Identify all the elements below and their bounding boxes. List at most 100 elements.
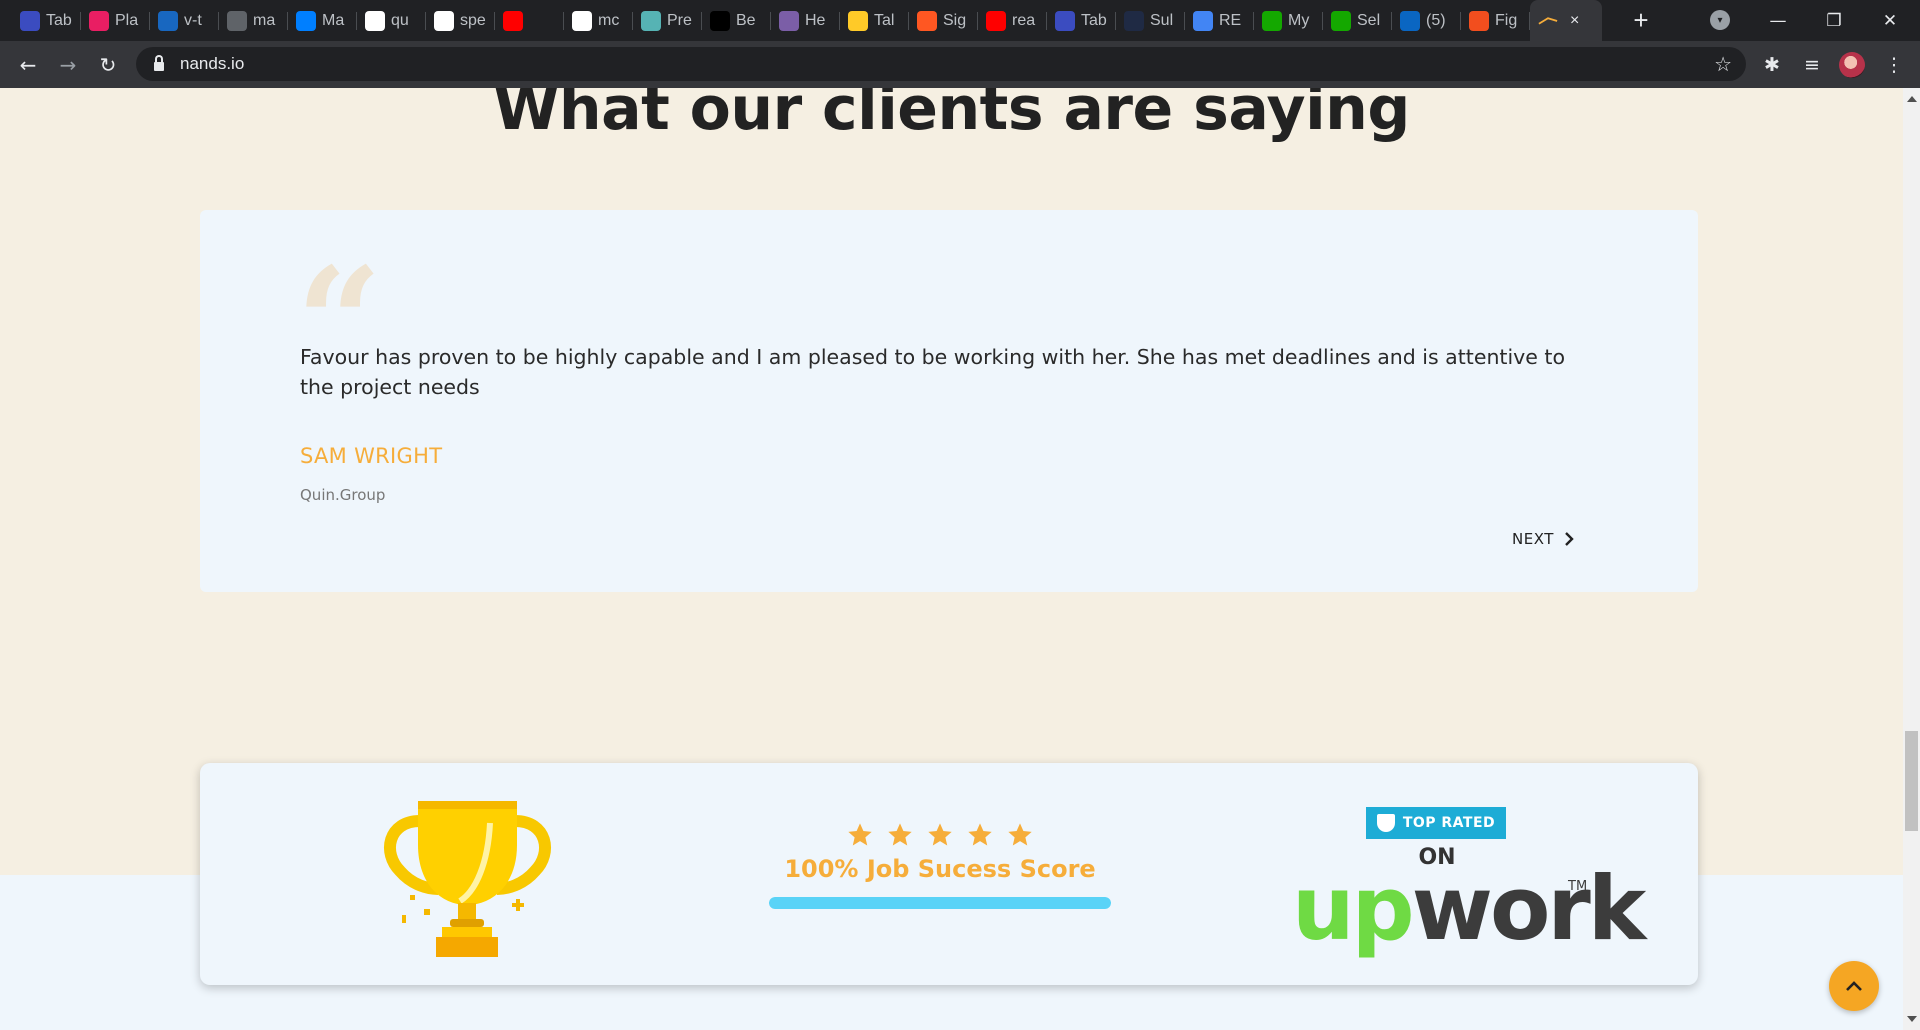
media-queue-icon[interactable]: ≡ — [1794, 41, 1830, 88]
extensions-icon[interactable]: ✱ — [1754, 41, 1790, 88]
url-text: nands.io — [180, 54, 245, 73]
tab-label: ma — [253, 11, 276, 29]
score-progress-bar — [769, 897, 1111, 909]
tab-12[interactable]: Tal — [840, 0, 909, 41]
tab-1[interactable]: Pla — [81, 0, 150, 41]
reload-icon[interactable]: ↻ — [88, 45, 128, 85]
lock-icon — [154, 54, 164, 71]
tab-20[interactable]: (5) — [1392, 0, 1461, 41]
youtube-icon — [503, 10, 523, 31]
upwork-work: work — [1411, 857, 1647, 960]
testimonial-company: Quin.Group — [300, 486, 386, 504]
tab-21[interactable]: Fig — [1461, 0, 1530, 41]
tab-label: (5) — [1426, 11, 1446, 29]
chevron-right-icon — [1565, 532, 1574, 546]
profile-avatar[interactable] — [1834, 41, 1870, 88]
forward-icon[interactable]: → — [48, 45, 88, 85]
tab-19[interactable]: Sel — [1323, 0, 1392, 41]
restore-icon[interactable]: ❐ — [1806, 0, 1862, 41]
prettier-icon — [641, 10, 661, 31]
firebase-icon — [848, 10, 868, 31]
minimize-icon[interactable]: — — [1750, 0, 1806, 41]
figma-icon — [1469, 10, 1489, 31]
github-icon — [365, 10, 385, 31]
tab-14[interactable]: rea — [978, 0, 1047, 41]
tab-label: Pla — [115, 11, 139, 29]
menu-kebab-icon[interactable]: ⋮ — [1876, 41, 1912, 88]
tab-4[interactable]: Ma — [288, 0, 357, 41]
tab-7[interactable] — [495, 0, 564, 41]
close-window-icon[interactable]: ✕ — [1862, 0, 1918, 41]
tab-15[interactable]: Tab — [1047, 0, 1116, 41]
dev-icon — [710, 10, 730, 31]
scrollbar-thumb[interactable] — [1905, 731, 1918, 831]
next-label: NEXT — [1512, 530, 1554, 548]
pink-square-icon — [89, 10, 109, 31]
tab-9[interactable]: Pre — [633, 0, 702, 41]
h-icon — [779, 10, 799, 31]
trademark-label: TM — [1568, 879, 1588, 894]
tab-16[interactable]: Sul — [1116, 0, 1185, 41]
upwork-icon — [1331, 10, 1351, 31]
github-icon — [572, 10, 592, 31]
testimonial-author: SAM WRIGHT — [300, 444, 443, 468]
scroll-up-arrow-icon[interactable] — [1907, 96, 1917, 102]
docs-icon — [1193, 10, 1213, 31]
address-bar[interactable]: nands.io ☆ — [136, 47, 1746, 81]
avatar — [1839, 51, 1865, 78]
scroll-down-arrow-icon[interactable] — [1907, 1016, 1917, 1022]
upwork-up: up — [1292, 857, 1415, 960]
tab-strip: Tab Pla v-t ma Ma qu spe mc Pre Be He Tal Sig rea Tab S… — [0, 0, 1920, 41]
new-tab-button[interactable]: + — [1626, 5, 1656, 36]
tab-label: qu — [391, 11, 409, 29]
tab-11[interactable]: He — [771, 0, 840, 41]
vuetify-icon — [158, 10, 178, 31]
bars-icon — [20, 10, 40, 31]
mui-icon — [296, 10, 316, 31]
upwork-wordmark: upwork — [1292, 857, 1647, 960]
tab-active[interactable]: × — [1530, 0, 1602, 41]
sig-icon — [917, 10, 937, 31]
page-scrollbar[interactable] — [1903, 88, 1920, 1030]
tab-18[interactable]: My — [1254, 0, 1323, 41]
tab-label: Tab — [1081, 11, 1107, 29]
tab-2[interactable]: v-t — [150, 0, 219, 41]
tab-8[interactable]: mc — [564, 0, 633, 41]
job-success-score: 100% Job Sucess Score — [767, 821, 1113, 909]
upwork-icon — [1262, 10, 1282, 31]
section-heading: What our clients are saying — [493, 88, 1410, 144]
tab-label: v-t — [184, 11, 202, 29]
tab-search-icon[interactable]: ▾ — [1710, 10, 1730, 30]
linkedin-icon — [1400, 10, 1420, 31]
scroll-to-top-button[interactable] — [1829, 961, 1879, 1011]
tab-6[interactable]: spe — [426, 0, 495, 41]
tab-label: Sig — [943, 11, 967, 29]
testimonial-quote: Favour has proven to be highly capable a… — [300, 345, 1566, 399]
bookmark-star-icon[interactable]: ☆ — [1714, 52, 1732, 77]
star-icon — [848, 823, 872, 846]
tab-5[interactable]: qu — [357, 0, 426, 41]
page-viewport: What our clients are saying “ Favour has… — [0, 88, 1903, 1030]
tab-3[interactable]: ma — [219, 0, 288, 41]
tab-13[interactable]: Sig — [909, 0, 978, 41]
tab-list: Tab Pla v-t ma Ma qu spe mc Pre Be He Tal Sig rea Tab S… — [12, 0, 1530, 41]
score-progress-fill — [769, 897, 1111, 909]
top-rated-label: TOP RATED — [1402, 815, 1496, 831]
testimonial-card: “ Favour has proven to be highly capable… — [200, 210, 1698, 592]
tab-label: He — [805, 11, 826, 29]
top-rated-badge: TOP RATED — [1366, 807, 1506, 839]
tab-label: My — [1288, 11, 1310, 29]
star-rating — [767, 821, 1113, 849]
back-icon[interactable]: ← — [8, 45, 48, 85]
shield-icon — [1376, 814, 1395, 832]
close-tab-icon[interactable]: × — [1570, 12, 1579, 30]
youtube-icon — [986, 10, 1006, 31]
achievements-card: 100% Job Sucess Score TOP RATED ON upwor… — [200, 763, 1698, 985]
tab-label: rea — [1012, 11, 1036, 29]
tab-label: mc — [598, 11, 620, 29]
tab-0[interactable]: Tab — [12, 0, 81, 41]
tab-10[interactable]: Be — [702, 0, 771, 41]
next-button[interactable]: NEXT — [1512, 530, 1574, 548]
tab-label: Sel — [1357, 11, 1381, 29]
tab-17[interactable]: RE — [1185, 0, 1254, 41]
